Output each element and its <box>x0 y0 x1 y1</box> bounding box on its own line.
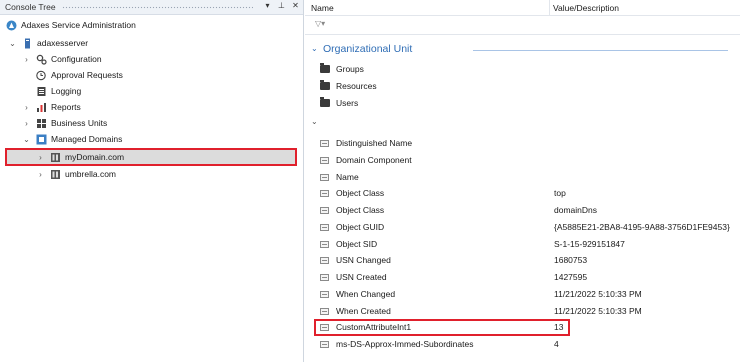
chevron-down-icon[interactable]: ⌄ <box>22 132 31 147</box>
property-name: Name <box>336 171 359 182</box>
property-name: Object SID <box>336 238 378 249</box>
property-value: domainDns <box>554 205 597 215</box>
property-name: Distinguished Name <box>336 138 413 148</box>
property-icon <box>320 207 329 214</box>
property-name: Object GUID <box>336 221 385 232</box>
chevron-right-icon[interactable]: › <box>36 167 45 182</box>
section-title-organizational-unit: Organizational Unit <box>323 43 413 55</box>
folder-icon <box>320 63 330 73</box>
property-value: top <box>554 188 566 199</box>
folder-icon <box>320 97 330 107</box>
property-icon <box>320 307 329 315</box>
column-value[interactable]: Value/Description <box>553 3 619 13</box>
property-icon <box>320 240 329 248</box>
domain-icon <box>51 153 60 162</box>
console-tree-header: Console Tree ▾ ⊥ ✕ <box>0 0 303 15</box>
tree-item-label: Configuration <box>51 54 102 64</box>
property-icon <box>320 341 329 348</box>
tree-item-label: Logging <box>51 86 82 96</box>
property-name: When Created <box>336 305 391 316</box>
column-separator[interactable] <box>549 0 550 16</box>
chevron-right-icon[interactable]: › <box>22 52 31 67</box>
server-icon <box>25 38 30 49</box>
property-icon <box>320 223 329 231</box>
tree-item-label: Managed Domains <box>51 134 123 144</box>
property-icon <box>320 190 329 198</box>
logging-icon <box>37 87 46 96</box>
console-tree-pane: Console Tree ▾ ⊥ ✕ Adaxes Service Admini… <box>0 0 304 362</box>
tree-item-label: Approval Requests <box>51 70 123 80</box>
tree-item-label: Reports <box>51 102 81 112</box>
tree-view: Adaxes Service Administration ⌄ adaxesse… <box>0 16 303 362</box>
property-value: S-1-15-929151847 <box>554 238 625 249</box>
chevron-right-icon[interactable]: › <box>36 150 45 165</box>
tree-item-label: myDomain.com <box>65 152 125 162</box>
property-row[interactable]: Domain Component <box>305 153 740 168</box>
folder-icon <box>320 80 330 90</box>
chevron-down-icon[interactable]: ⌄ <box>311 44 318 53</box>
divider <box>305 34 740 35</box>
tree-server-label: adaxesserver <box>37 38 89 48</box>
dropdown-icon[interactable]: ▾ <box>262 1 273 10</box>
folder-label: Resources <box>336 81 377 91</box>
property-name: ms-DS-Approx-Immed-Subordinates <box>336 339 474 349</box>
filter-icon[interactable]: ▽▾ <box>315 19 325 28</box>
column-header: Name Value/Description <box>305 0 740 16</box>
property-icon <box>320 156 329 164</box>
tree-root-label: Adaxes Service Administration <box>21 20 136 30</box>
property-icon <box>320 257 329 265</box>
property-name: When Changed <box>336 288 396 299</box>
property-icon <box>320 140 329 147</box>
property-row[interactable]: Object Class top <box>305 186 740 201</box>
property-row[interactable]: Distinguished Name <box>305 136 740 151</box>
property-icon <box>320 274 329 281</box>
property-row[interactable]: Object GUID {A5885E21-2BA8-4195-9A88-3756… <box>305 220 740 235</box>
reports-icon <box>37 103 46 112</box>
drag-grip[interactable] <box>62 6 253 9</box>
tree-item-label: umbrella.com <box>65 169 117 179</box>
selected-row-highlight <box>5 148 297 166</box>
chevron-down-icon[interactable]: ⌄ <box>311 117 318 126</box>
folder-label: Groups <box>336 64 364 74</box>
section-divider <box>473 50 728 51</box>
details-pane: Name Value/Description ▽▾ ⌄ Organization… <box>305 0 740 362</box>
approval-icon <box>36 70 46 81</box>
pin-icon[interactable]: ⊥ <box>276 1 287 10</box>
property-value: 11/21/2022 5:10:33 PM <box>554 305 642 316</box>
property-value: {A5885E21-2BA8-4195-9A88-3756D1FE9453} <box>554 221 730 232</box>
highlight-box <box>314 319 570 336</box>
managed-domains-icon <box>36 134 47 145</box>
column-name[interactable]: Name <box>311 3 334 13</box>
business-units-icon <box>37 119 46 128</box>
property-row[interactable]: When Changed 11/21/2022 5:10:33 PM <box>305 287 740 302</box>
property-row[interactable]: Object Class domainDns <box>305 203 740 218</box>
adaxes-logo-icon <box>6 20 17 31</box>
gears-icon <box>36 54 47 65</box>
property-row[interactable]: ms-DS-Approx-Immed-Subordinates 4 <box>305 337 740 352</box>
property-name: Object Class <box>336 188 385 199</box>
property-row[interactable]: Name <box>305 170 740 185</box>
chevron-down-icon[interactable]: ⌄ <box>8 36 17 51</box>
close-icon[interactable]: ✕ <box>290 1 301 10</box>
property-value: 11/21/2022 5:10:33 PM <box>554 288 642 299</box>
property-name: USN Created <box>336 272 387 282</box>
property-row[interactable]: Object SID S-1-15-929151847 <box>305 237 740 252</box>
console-tree-title: Console Tree <box>5 2 56 12</box>
property-icon <box>320 290 329 298</box>
tree-item-label: Business Units <box>51 118 108 128</box>
property-name: Domain Component <box>336 154 412 165</box>
folder-label: Users <box>336 98 359 108</box>
property-name: Object Class <box>336 205 385 215</box>
chevron-right-icon[interactable]: › <box>22 116 31 131</box>
domain-icon <box>51 170 60 179</box>
property-row[interactable]: When Created 11/21/2022 5:10:33 PM <box>305 304 740 319</box>
chevron-right-icon[interactable]: › <box>22 100 31 115</box>
property-row[interactable]: USN Created 1427595 <box>305 270 740 285</box>
property-row[interactable]: USN Changed 1680753 <box>305 253 740 268</box>
property-value: 1427595 <box>554 272 588 282</box>
property-value: 1680753 <box>554 255 588 266</box>
property-icon <box>320 173 329 181</box>
property-value: 4 <box>554 339 559 349</box>
property-name: USN Changed <box>336 255 391 266</box>
